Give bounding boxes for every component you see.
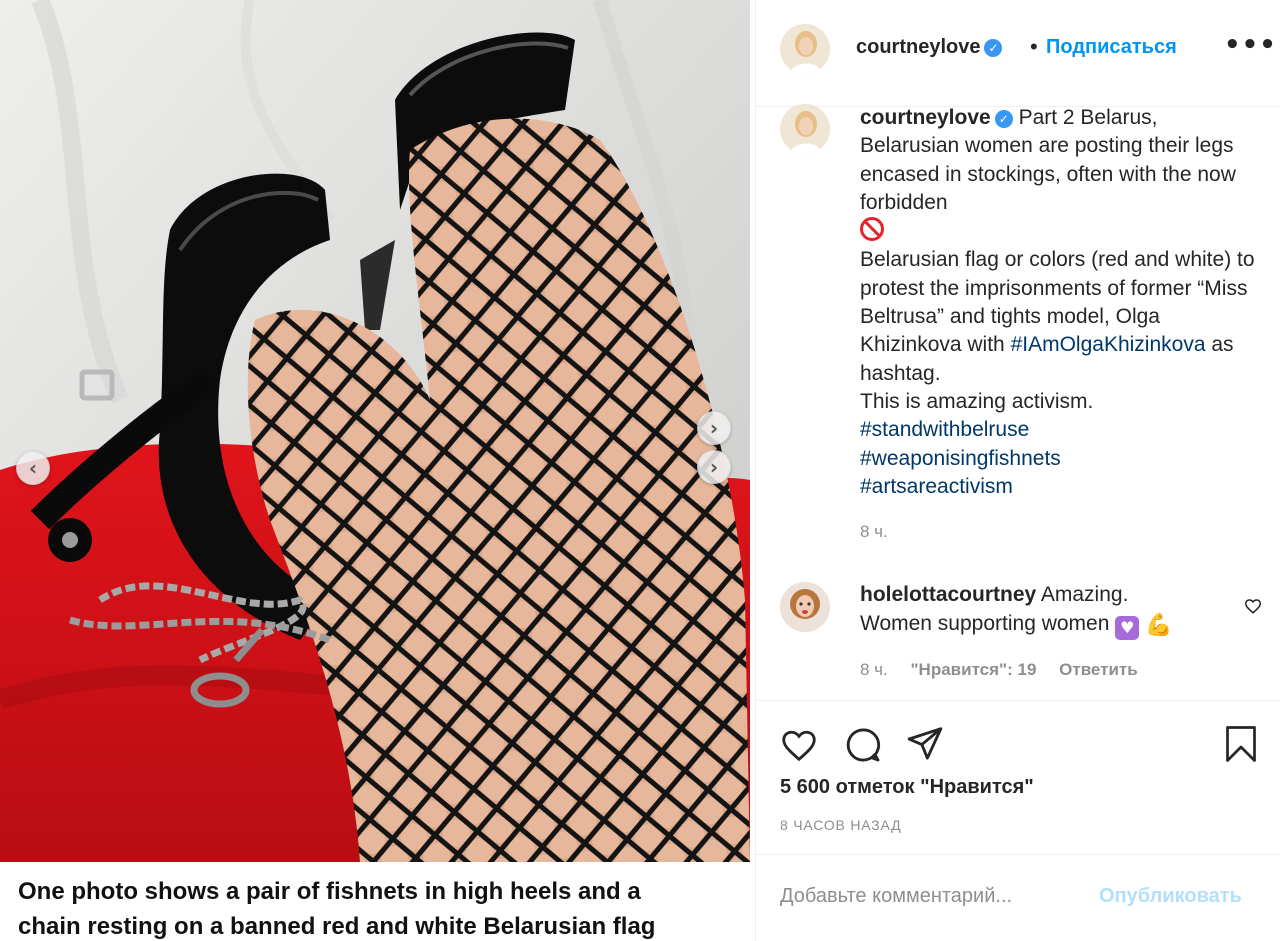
avatar-image bbox=[780, 582, 830, 632]
comment-bubble-icon[interactable] bbox=[844, 726, 882, 764]
post-side-panel: courtneylove ✓ • Подписаться ••• courtney… bbox=[755, 0, 1280, 941]
header-username-text[interactable]: courtneylove bbox=[856, 36, 980, 58]
comment-username[interactable]: holelottacourtney bbox=[860, 583, 1036, 606]
caption-username[interactable]: courtneylove bbox=[860, 106, 991, 129]
chevron-left-icon: ‹ bbox=[28, 456, 38, 480]
avatar[interactable] bbox=[780, 104, 830, 154]
publish-button[interactable]: Опубликовать bbox=[1099, 885, 1242, 908]
more-options-icon[interactable]: ••• bbox=[1224, 30, 1277, 60]
post-caption-text: courtneylove ✓ Part 2 Belarus, Belarusian… bbox=[860, 104, 1260, 501]
hashtag-link[interactable]: #artsareactivism bbox=[860, 475, 1013, 498]
comment-timestamp[interactable]: 8 ч. bbox=[860, 660, 888, 679]
avatar[interactable] bbox=[780, 582, 830, 632]
add-comment-bar: Опубликовать bbox=[756, 854, 1280, 941]
next-photo-button-secondary[interactable]: › bbox=[697, 450, 731, 484]
photo-caption-line: One photo shows a pair of fishnets in hi… bbox=[18, 878, 641, 905]
avatar-image bbox=[780, 24, 830, 74]
post-age[interactable]: 8 ЧАСОВ НАЗАД bbox=[780, 817, 901, 833]
verified-badge-icon: ✓ bbox=[984, 39, 1003, 57]
flexed-bicep-icon: 💪 bbox=[1145, 613, 1173, 638]
prev-photo-button[interactable]: ‹ bbox=[16, 451, 50, 485]
photo-scene bbox=[0, 0, 750, 862]
chevron-right-icon: › bbox=[709, 455, 719, 479]
follow-button[interactable]: Подписаться bbox=[1046, 36, 1177, 59]
post-header: courtneylove ✓ • Подписаться ••• bbox=[756, 0, 1280, 107]
hashtag-link[interactable]: #IAmOlgaKhizinkova bbox=[1011, 333, 1206, 356]
actions-divider bbox=[756, 700, 1280, 701]
photo-caption-line: chain resting on a banned red and white … bbox=[18, 913, 656, 940]
header-separator: • bbox=[1030, 34, 1038, 59]
comment-text: holelottacourtney Amazing. Women support… bbox=[860, 580, 1230, 640]
save-bookmark-icon[interactable] bbox=[1223, 724, 1259, 764]
comment-text-2: Women supporting women bbox=[860, 612, 1110, 635]
caption-text-4: This is amazing activism. bbox=[860, 389, 1094, 413]
verified-badge-icon: ✓ bbox=[994, 110, 1013, 128]
post-photo: ‹ › › bbox=[0, 0, 750, 862]
chevron-right-icon: › bbox=[709, 416, 719, 440]
comment-text-1: Amazing. bbox=[1040, 583, 1129, 606]
hashtag-link[interactable]: #weaponisingfishnets bbox=[860, 447, 1061, 470]
next-photo-button[interactable]: › bbox=[697, 411, 731, 445]
no-entry-icon bbox=[860, 217, 884, 242]
share-paper-plane-icon[interactable] bbox=[906, 724, 944, 762]
heart-icon[interactable] bbox=[1244, 597, 1262, 615]
comment-input[interactable] bbox=[780, 885, 1100, 908]
caption-timestamp[interactable]: 8 ч. bbox=[860, 522, 888, 542]
photo-caption: One photo shows a pair of fishnets in hi… bbox=[0, 862, 750, 941]
hashtag-link[interactable]: #standwithbelruse bbox=[860, 418, 1029, 441]
comment-likes[interactable]: "Нравится": 19 bbox=[911, 660, 1037, 679]
comment-meta: 8 ч. "Нравится": 19 Ответить bbox=[860, 660, 1156, 680]
likes-count[interactable]: 5 600 отметок "Нравится" bbox=[780, 776, 1034, 799]
like-heart-icon[interactable] bbox=[780, 726, 818, 764]
purple-heart-icon: ♥ bbox=[1115, 616, 1140, 640]
avatar[interactable] bbox=[780, 24, 830, 74]
avatar-image bbox=[780, 104, 830, 154]
reply-button[interactable]: Ответить bbox=[1059, 660, 1138, 679]
header-username[interactable]: courtneylove ✓ bbox=[856, 36, 1003, 59]
